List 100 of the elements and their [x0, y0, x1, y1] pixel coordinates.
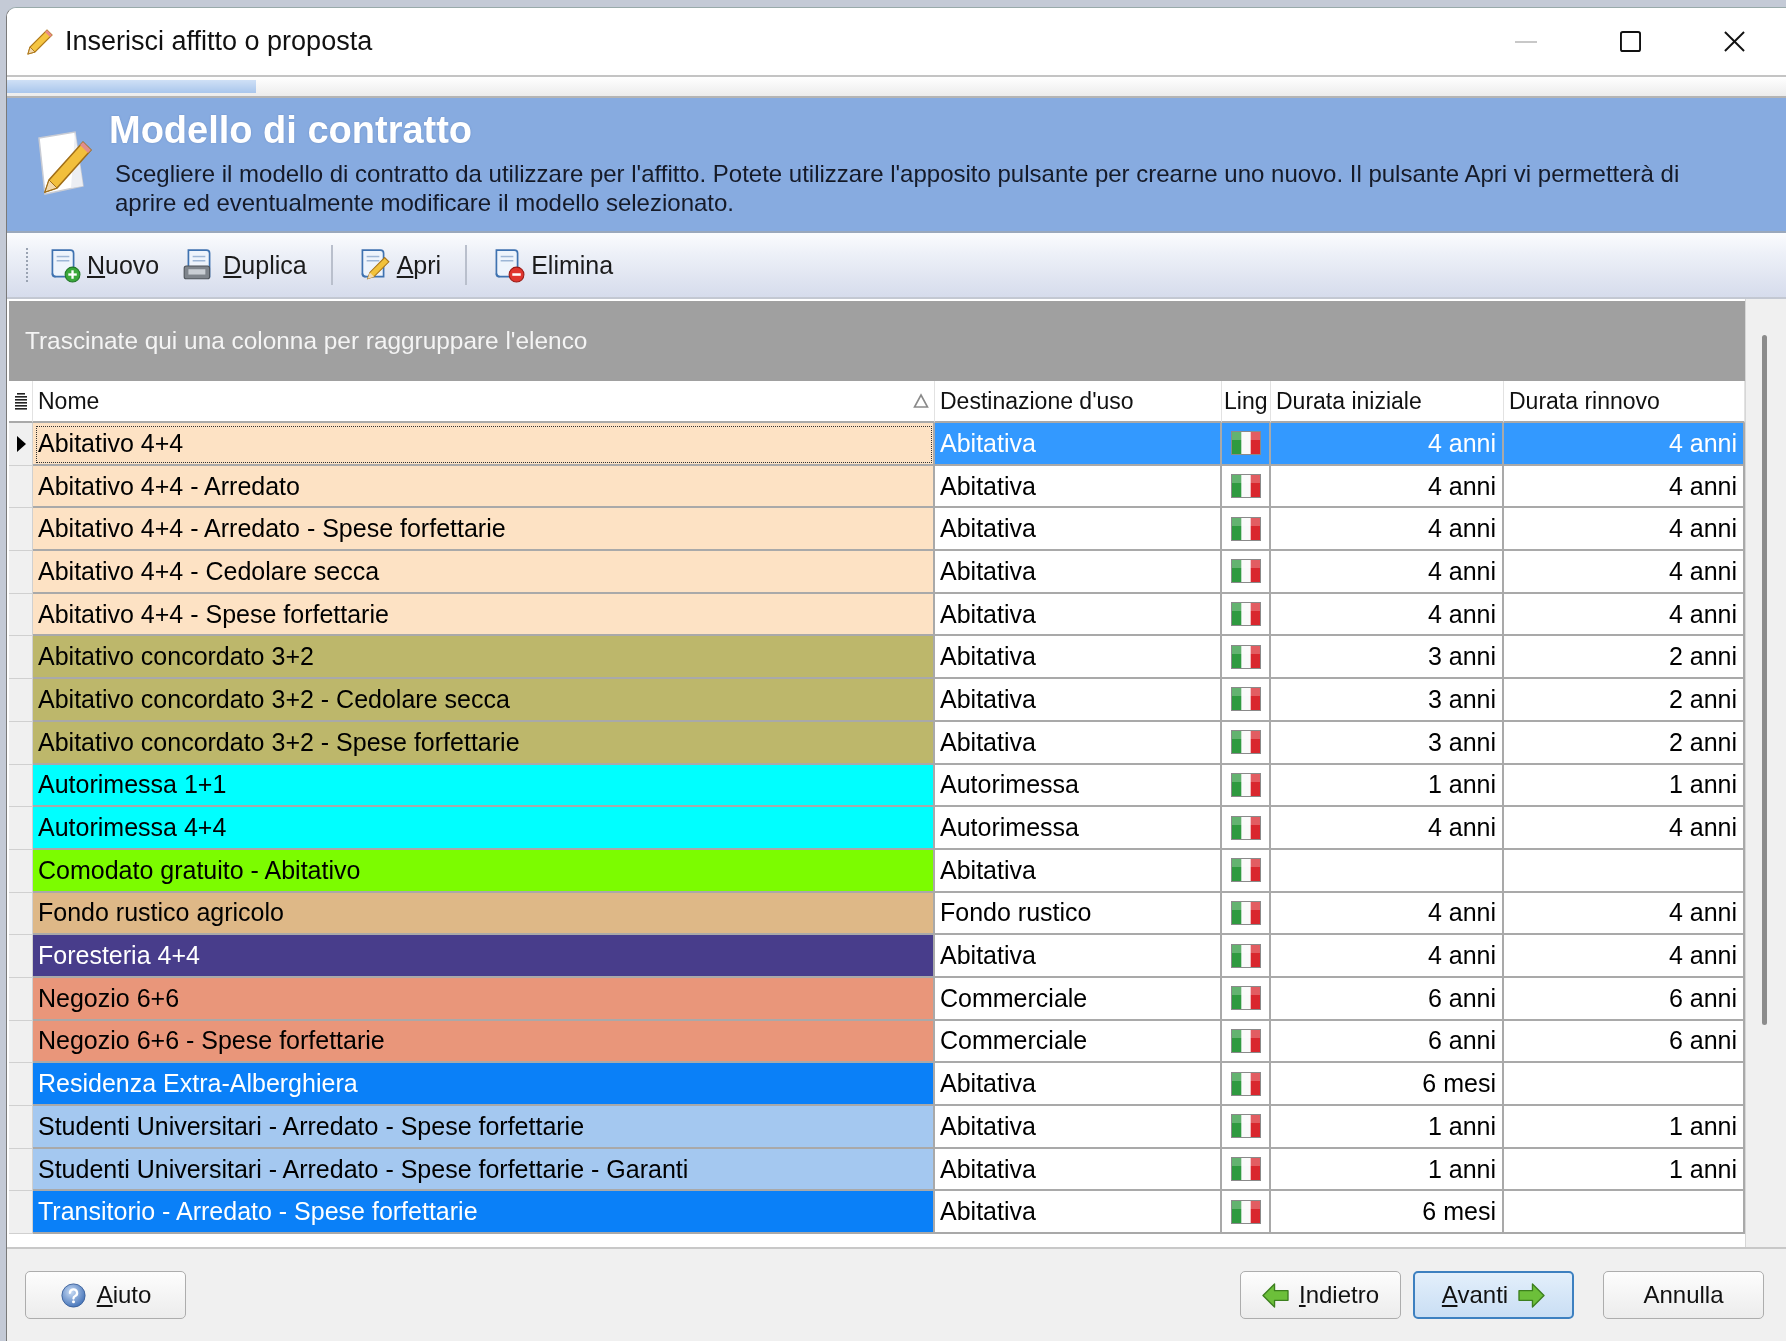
name-cell[interactable]: Comodato gratuito - Abitativo [33, 849, 935, 893]
name-cell[interactable]: Autorimessa 1+1 [33, 764, 935, 808]
next-button[interactable]: Avanti [1413, 1271, 1574, 1319]
name-cell[interactable]: Abitativo 4+4 - Spese forfettarie [33, 593, 935, 637]
flag-icon [1230, 986, 1261, 1011]
duration-cell: 4 anni [1271, 892, 1504, 936]
duration-cell: 3 anni [1271, 679, 1504, 722]
name-cell[interactable]: Residenza Extra-Alberghiera [33, 1063, 935, 1106]
name-cell[interactable]: Abitativo concordato 3+2 - Spese forfettarie [33, 721, 935, 765]
flag-icon [1230, 431, 1261, 456]
name-cell[interactable]: Abitativo 4+4 - Arredato [33, 465, 935, 509]
duration-cell: 4 anni [1271, 935, 1504, 978]
use-cell: Commerciale [935, 1020, 1222, 1064]
back-button[interactable]: Indietro [1240, 1271, 1401, 1319]
duration-cell: 3 anni [1271, 636, 1504, 680]
name-cell[interactable]: Foresteria 4+4 [33, 935, 935, 978]
sort-ascending-icon [913, 393, 929, 409]
duration-cell: 4 anni [1271, 593, 1504, 637]
use-cell: Abitativa [935, 465, 1222, 509]
duration-cell: 1 anni [1504, 764, 1745, 808]
use-cell: Abitativa [935, 721, 1222, 765]
duration-cell: 2 anni [1504, 679, 1745, 722]
duration-cell: 4 anni [1271, 423, 1504, 466]
name-cell[interactable]: Abitativo 4+4 - Cedolare secca [33, 551, 935, 594]
name-cell[interactable]: Abitativo concordato 3+2 [33, 636, 935, 680]
grip-icon [25, 247, 29, 283]
column-chooser-icon[interactable] [14, 392, 27, 410]
duration-cell: 2 anni [1504, 636, 1745, 680]
use-cell: Abitativa [935, 935, 1222, 978]
name-cell[interactable]: Studenti Universitari - Arredato - Spese forfettarie - Garanti [33, 1148, 935, 1192]
name-cell[interactable]: Transitorio - Arredato - Spese forfettarie [33, 1191, 935, 1235]
use-cell: Commerciale [935, 977, 1222, 1021]
duration-cell: 6 mesi [1271, 1191, 1504, 1235]
duration-cell: 4 anni [1504, 551, 1745, 594]
row-indicator[interactable] [9, 423, 33, 466]
toolbar-button[interactable]: Apri [350, 243, 446, 287]
use-cell: Abitativa [935, 849, 1222, 893]
duration-cell: 3 anni [1271, 721, 1504, 765]
flag-icon [1230, 943, 1261, 968]
use-cell: Abitativa [935, 1063, 1222, 1106]
flag-icon [1230, 815, 1261, 840]
flag-icon [1230, 1071, 1261, 1096]
use-cell: Fondo rustico [935, 892, 1222, 936]
toolbar-button[interactable]: Elimina [485, 243, 618, 287]
name-cell[interactable]: Studenti Universitari - Arredato - Spese forfettarie [33, 1106, 935, 1149]
duration-cell: 6 anni [1504, 1020, 1745, 1064]
name-cell[interactable]: Fondo rustico agricolo [33, 892, 935, 936]
flag-icon [1230, 559, 1261, 584]
duration-cell: 4 anni [1271, 508, 1504, 552]
flag-icon [1230, 687, 1261, 712]
use-cell: Abitativa [935, 593, 1222, 637]
duration-cell: 6 anni [1271, 1020, 1504, 1064]
name-cell[interactable]: Abitativo concordato 3+2 - Cedolare secca [33, 679, 935, 722]
duration-cell: 1 anni [1271, 1148, 1504, 1192]
use-cell: Abitativa [935, 508, 1222, 552]
use-cell: Abitativa [935, 679, 1222, 722]
flag-icon [1230, 644, 1261, 669]
duration-cell: 6 mesi [1271, 1063, 1504, 1106]
use-cell: Abitativa [935, 1148, 1222, 1192]
flag-icon [1230, 516, 1261, 541]
duration-cell: 1 anni [1271, 764, 1504, 808]
duration-cell: 4 anni [1504, 935, 1745, 978]
flag-icon [1230, 1157, 1261, 1182]
vertical-scrollbar[interactable] [1745, 299, 1786, 1247]
name-cell[interactable]: Autorimessa 4+4 [33, 807, 935, 850]
flag-icon [1230, 900, 1261, 925]
help-button[interactable]: Aiuto [25, 1271, 186, 1319]
duration-cell: 4 anni [1271, 807, 1504, 850]
duration-cell: 4 anni [1504, 508, 1745, 552]
arrow-left-icon [1261, 1282, 1289, 1308]
duration-cell: 4 anni [1504, 892, 1745, 936]
duration-cell: 4 anni [1504, 593, 1745, 637]
duration-cell: 2 anni [1504, 721, 1745, 765]
use-cell: Abitativa [935, 1106, 1222, 1149]
flag-icon [1230, 602, 1261, 627]
flag-icon [1230, 730, 1261, 755]
name-cell[interactable]: Abitativo 4+4 - Arredato - Spese forfettarie [33, 508, 935, 552]
use-cell: Abitativa [935, 423, 1222, 466]
duration-cell: 4 anni [1504, 807, 1745, 850]
header-title: Modello di contratto [109, 108, 474, 152]
flag-icon [1230, 1114, 1261, 1139]
duration-cell: 4 anni [1271, 551, 1504, 594]
name-cell[interactable]: Negozio 6+6 - Spese forfettarie [33, 1020, 935, 1064]
duration-cell: 6 anni [1271, 977, 1504, 1021]
duration-cell: 1 anni [1271, 1106, 1504, 1149]
duration-cell: 4 anni [1504, 465, 1745, 509]
toolbar-button[interactable]: Duplica [177, 243, 311, 287]
duration-cell: 1 anni [1504, 1106, 1745, 1149]
header-description: Scegliere il modello di contratto da utilizzare per l'affitto. Potete utilizzare l'apposito pulsante per crearne uno nuovo. Il pulsante Apri vi permetterà di aprire ed eventualmente modificare il modello selezionato. [115, 159, 1681, 217]
use-cell: Abitativa [935, 636, 1222, 680]
toolbar-button[interactable]: Nuovo [41, 243, 164, 287]
name-cell[interactable]: Abitativo 4+4 [33, 423, 935, 466]
use-cell: Autorimessa [935, 764, 1222, 808]
duration-cell: 1 anni [1504, 1148, 1745, 1192]
flag-icon [1230, 858, 1261, 883]
cancel-button[interactable]: Annulla [1603, 1271, 1764, 1319]
help-icon [59, 1282, 87, 1308]
duration-cell: 4 anni [1271, 465, 1504, 509]
use-cell: Abitativa [935, 1191, 1222, 1235]
name-cell[interactable]: Negozio 6+6 [33, 977, 935, 1021]
